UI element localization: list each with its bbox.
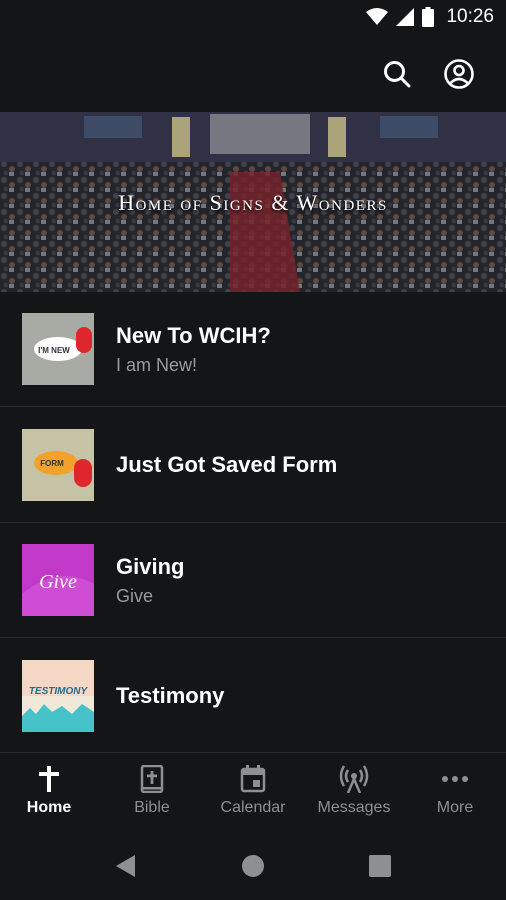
new-to-wcih-text: New To WCIH? I am New! bbox=[116, 292, 271, 406]
nav-bible[interactable]: Bible bbox=[102, 765, 202, 825]
system-back-button[interactable] bbox=[111, 851, 141, 881]
new-to-wcih-thumbnail: I'M NEW bbox=[22, 313, 94, 385]
app-bar bbox=[0, 36, 506, 112]
nav-bible-label: Bible bbox=[134, 799, 170, 816]
just-got-saved-thumb-text: FORM bbox=[40, 459, 64, 468]
account-button[interactable] bbox=[441, 56, 477, 92]
wifi-icon bbox=[366, 8, 389, 25]
signal-icon bbox=[396, 8, 415, 26]
list-item-title: Just Got Saved Form bbox=[116, 451, 338, 477]
bottom-navigation: Home Bible Calendar Messages More bbox=[0, 752, 506, 831]
nav-more-label: More bbox=[436, 799, 474, 816]
content-list: I'M NEW New To WCIH? I am New! FORM Just… bbox=[0, 292, 506, 754]
nav-home[interactable]: Home bbox=[0, 765, 99, 825]
just-got-saved-thumbnail: FORM bbox=[22, 429, 94, 501]
status-icons: 10:26 bbox=[366, 6, 494, 28]
nav-calendar[interactable]: Calendar bbox=[203, 765, 303, 825]
system-home-button[interactable] bbox=[238, 851, 268, 881]
list-item-title: New To WCIH? bbox=[116, 322, 271, 348]
home-circle-icon bbox=[242, 855, 264, 877]
list-item-testimony[interactable]: TESTIMONY Testimony bbox=[0, 638, 506, 754]
back-icon bbox=[116, 855, 135, 877]
status-bar: 10:26 bbox=[0, 0, 506, 36]
more-icon bbox=[442, 776, 468, 782]
nav-calendar-label: Calendar bbox=[220, 799, 286, 816]
bible-icon bbox=[140, 765, 164, 793]
list-item-giving[interactable]: Give Giving Give bbox=[0, 523, 506, 638]
broadcast-icon bbox=[339, 765, 369, 793]
recents-icon bbox=[369, 855, 391, 877]
new-to-wcih-thumb-text: I'M NEW bbox=[38, 346, 70, 355]
testimony-thumbnail: TESTIMONY bbox=[22, 660, 94, 732]
system-navigation-bar bbox=[0, 831, 506, 900]
giving-thumbnail: Give bbox=[22, 544, 94, 616]
list-item-new-to-wcih[interactable]: I'M NEW New To WCIH? I am New! bbox=[0, 292, 506, 407]
giving-text: Giving Give bbox=[116, 523, 184, 637]
just-got-saved-text: Just Got Saved Form bbox=[116, 407, 337, 522]
hero-title: Home of Signs & Wonders bbox=[118, 190, 388, 215]
hero-banner: Home of Signs & Wonders bbox=[0, 112, 506, 292]
battery-icon bbox=[422, 7, 435, 27]
search-icon bbox=[384, 61, 411, 88]
list-item-title: Giving bbox=[116, 553, 185, 579]
account-icon bbox=[444, 59, 474, 89]
system-recents-button[interactable] bbox=[365, 851, 395, 881]
list-item-subtitle: Give bbox=[116, 585, 154, 606]
calendar-icon bbox=[240, 765, 266, 793]
status-time: 10:26 bbox=[446, 6, 494, 27]
giving-thumb-text: Give bbox=[39, 571, 77, 593]
nav-home-label: Home bbox=[26, 799, 72, 816]
search-button[interactable] bbox=[379, 56, 415, 92]
testimony-text: Testimony bbox=[116, 638, 224, 754]
nav-messages[interactable]: Messages bbox=[304, 765, 404, 825]
cross-icon bbox=[39, 766, 59, 792]
nav-messages-label: Messages bbox=[317, 799, 391, 816]
testimony-thumb-text: TESTIMONY bbox=[29, 686, 89, 697]
list-item-just-got-saved[interactable]: FORM Just Got Saved Form bbox=[0, 407, 506, 523]
list-item-subtitle: I am New! bbox=[116, 354, 198, 375]
list-item-title: Testimony bbox=[116, 683, 225, 708]
nav-more[interactable]: More bbox=[405, 765, 505, 825]
